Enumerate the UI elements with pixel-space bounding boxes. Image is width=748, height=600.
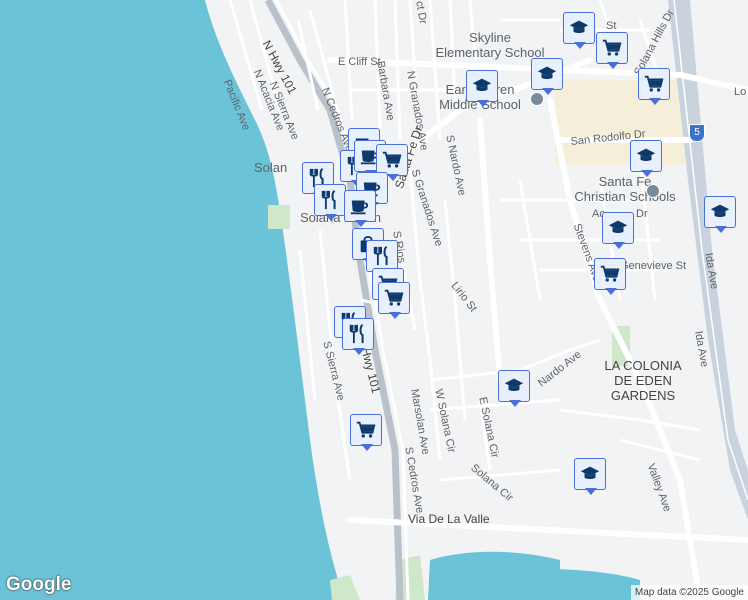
google-logo: Google [6, 574, 72, 595]
restaurant-pin[interactable] [314, 184, 348, 224]
map-attribution[interactable]: Map data ©2025 Google [630, 585, 748, 600]
map-view[interactable]: N Hwy 101 Pacific Ave N Acacia Ave N Sie… [0, 0, 748, 600]
school-pin[interactable] [498, 370, 532, 410]
grocery-pin[interactable] [350, 414, 384, 454]
fork-knife-icon [321, 189, 336, 210]
graduation-cap-icon [636, 148, 656, 162]
shopping-cart-icon [356, 421, 376, 438]
school-pin[interactable] [574, 458, 608, 498]
grocery-pin[interactable] [378, 282, 412, 322]
label-st-partial: St [606, 20, 617, 32]
graduation-cap-icon [537, 66, 557, 80]
school-pin[interactable] [531, 58, 565, 98]
school-pin[interactable] [563, 12, 597, 52]
interstate-5-shield: 5 [689, 124, 705, 142]
label-dr-partial: Dr [636, 208, 648, 220]
school-pin[interactable] [704, 196, 738, 236]
school-pin[interactable] [466, 70, 500, 110]
shopping-cart-icon [600, 265, 620, 282]
label-lo-partial: Lo [734, 86, 747, 98]
fork-knife-icon [349, 323, 364, 344]
graduation-cap-icon [504, 378, 524, 392]
shopping-cart-icon [644, 75, 664, 92]
grocery-pin[interactable] [594, 258, 628, 298]
label-solana-a: Solan [254, 160, 288, 175]
grocery-pin[interactable] [638, 68, 672, 108]
graduation-cap-icon [608, 220, 628, 234]
label-la-colonia: LA COLONIA DE EDEN GARDENS [604, 358, 682, 403]
shopping-cart-icon [382, 151, 402, 168]
fork-knife-icon [373, 245, 388, 266]
school-pin[interactable] [602, 212, 636, 252]
label-santa-fe-christian: Santa Fe Christian Schools [574, 174, 676, 204]
cafe-pin[interactable] [344, 190, 378, 230]
graduation-cap-icon [710, 204, 730, 218]
label-genevieve-st: Genevieve St [620, 260, 687, 272]
graduation-cap-icon [569, 20, 589, 34]
label-e-cliff-st: E Cliff St [338, 56, 381, 68]
label-via-de-la-valle: Via De La Valle [408, 512, 490, 526]
school-pin[interactable] [630, 140, 664, 180]
graduation-cap-icon [472, 78, 492, 92]
restaurant-pin[interactable] [342, 318, 376, 358]
shopping-cart-icon [384, 289, 404, 306]
school-poi-dot-2 [646, 184, 660, 198]
shopping-cart-icon [602, 39, 622, 56]
label-skyline-school: Skyline Elementary School [435, 30, 545, 60]
coffee-cup-icon [350, 200, 369, 215]
graduation-cap-icon [580, 466, 600, 480]
grocery-pin[interactable] [596, 32, 630, 72]
